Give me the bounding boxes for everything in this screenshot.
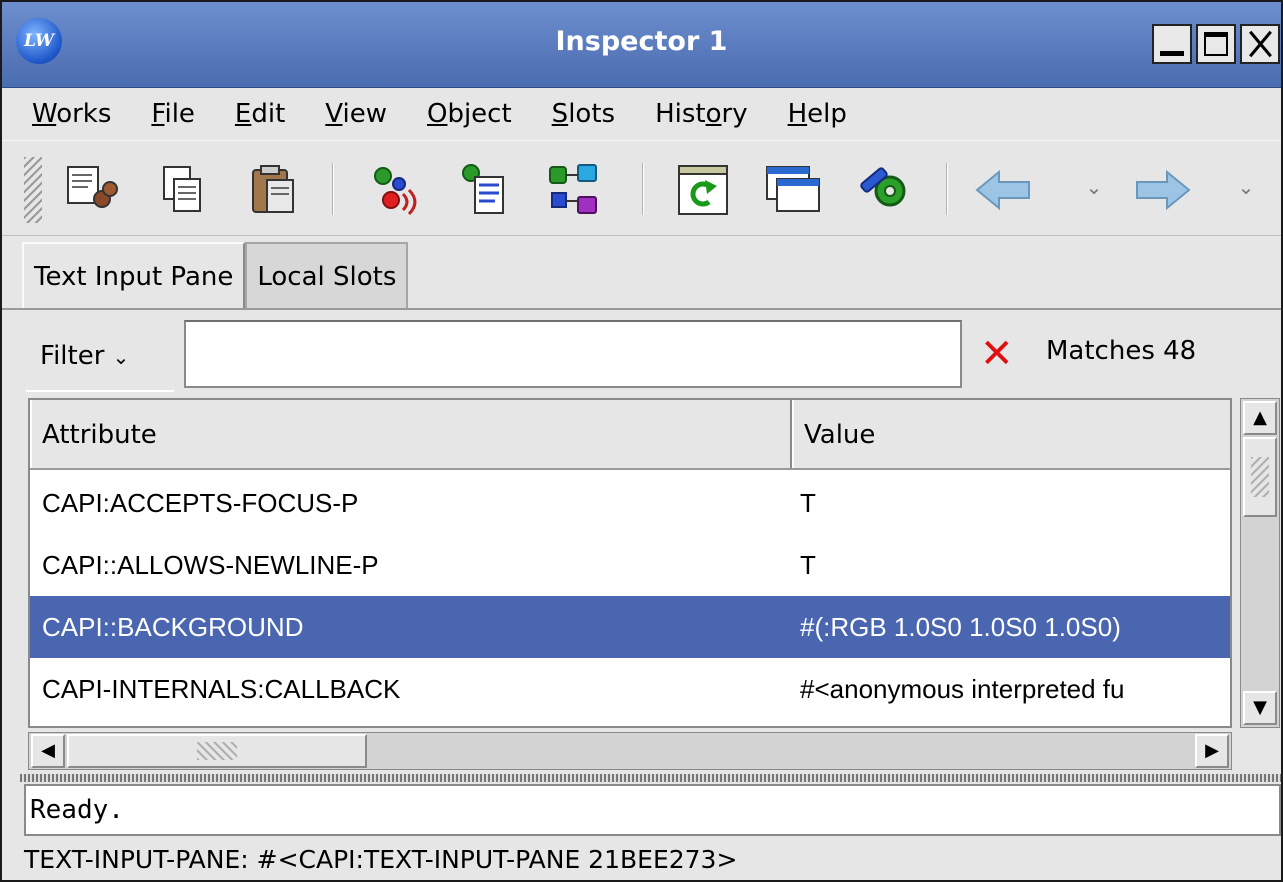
menu-edit[interactable]: Edit — [235, 99, 285, 129]
filter-label: Filter — [40, 341, 105, 371]
scroll-right-icon[interactable]: ▶ — [1195, 734, 1229, 768]
table-row[interactable]: CAPI::ALLOWS-NEWLINE-P T — [30, 534, 1230, 596]
refresh-icon[interactable] — [672, 159, 734, 221]
scroll-left-icon[interactable]: ◀ — [31, 734, 65, 768]
column-header-value[interactable]: Value — [792, 400, 1230, 468]
tab-bar: Text Input Pane Local Slots — [22, 242, 409, 310]
matches-count: Matches 48 — [1046, 336, 1197, 366]
filter-dropdown-button[interactable]: Filter ⌄ — [26, 320, 174, 392]
vertical-scrollbar[interactable]: ▲ ▼ — [1240, 398, 1280, 728]
back-arrow-icon[interactable] — [972, 159, 1034, 221]
value-cell: #<anonymous interpreted fu — [800, 674, 1125, 704]
class-icon[interactable] — [542, 159, 604, 221]
maximize-button[interactable] — [1196, 24, 1236, 64]
menu-works-rest: orks — [56, 99, 112, 129]
tab-text-input-pane[interactable]: Text Input Pane — [22, 242, 246, 310]
inspector-window: LW Inspector 1 Works File Edit View Obje… — [0, 0, 1283, 882]
menu-edit-rest: dit — [251, 99, 286, 129]
value-cell: #(:RGB 1.0S0 1.0S0 1.0S0) — [800, 612, 1121, 642]
value-cell: T — [800, 488, 816, 518]
minimize-button[interactable] — [1152, 24, 1192, 64]
table-row-selected[interactable]: CAPI::BACKGROUND #(:RGB 1.0S0 1.0S0 1.0S… — [30, 596, 1230, 658]
menu-works[interactable]: Works — [32, 99, 111, 129]
table-header: Attribute Value — [30, 400, 1230, 470]
menu-works-mnemonic: W — [32, 99, 57, 129]
browse-icon[interactable] — [452, 159, 514, 221]
echo-area: Ready. — [24, 784, 1281, 836]
menu-bar: Works File Edit View Object Slots Histor… — [2, 88, 1281, 140]
cut-icon[interactable] — [60, 159, 122, 221]
menu-slots-mnemonic: S — [551, 99, 569, 129]
attribute-cell: CAPI::ALLOWS-NEWLINE-P — [42, 550, 379, 580]
menu-history[interactable]: History — [655, 99, 748, 129]
filter-row: Filter ⌄ ✕ Matches 48 — [2, 310, 1281, 392]
back-history-dropdown-icon[interactable]: ⌄ — [1082, 175, 1106, 199]
menu-history-mnemonic: o — [705, 99, 722, 129]
tab-local-slots[interactable]: Local Slots — [245, 242, 409, 308]
attribute-cell: CAPI:ACCEPTS-FOCUS-P — [42, 488, 359, 518]
menu-object[interactable]: Object — [427, 99, 512, 129]
value-cell: T — [800, 550, 816, 580]
menu-edit-mnemonic: E — [234, 99, 252, 129]
menu-history-rest: ry — [721, 99, 748, 129]
menu-file[interactable]: File — [151, 99, 195, 129]
toolbar-separator — [946, 163, 948, 215]
copy-icon[interactable] — [152, 159, 214, 221]
forward-history-dropdown-icon[interactable]: ⌄ — [1234, 175, 1258, 199]
chevron-down-icon: ⌄ — [112, 345, 130, 369]
attribute-cell: CAPI::BACKGROUND — [42, 612, 304, 642]
configure-icon[interactable] — [852, 159, 914, 221]
close-window-button[interactable] — [1240, 24, 1280, 64]
menu-file-rest: ile — [164, 99, 195, 129]
scroll-up-icon[interactable]: ▲ — [1243, 401, 1277, 435]
toolbar-separator — [332, 163, 334, 215]
vertical-scroll-thumb[interactable] — [1243, 437, 1277, 517]
horizontal-scrollbar[interactable]: ◀ ▶ — [28, 732, 1232, 770]
menu-object-mnemonic: O — [426, 99, 448, 129]
menu-view[interactable]: View — [325, 99, 387, 129]
table-row[interactable]: CAPI:ACCEPTS-FOCUS-P T — [30, 472, 1230, 534]
scroll-down-icon[interactable]: ▼ — [1243, 691, 1277, 725]
window-title: Inspector 1 — [555, 26, 728, 57]
toolbar-grip[interactable] — [24, 157, 42, 223]
menu-object-rest: bject — [447, 99, 512, 129]
window-icon[interactable] — [762, 159, 824, 221]
attribute-cell: CAPI-INTERNALS:CALLBACK — [42, 674, 401, 704]
paste-icon[interactable] — [242, 159, 304, 221]
menu-help[interactable]: Help — [788, 99, 847, 129]
toolbar-separator — [642, 163, 644, 215]
menu-history-first: Hist — [655, 99, 706, 129]
menu-file-mnemonic: F — [151, 99, 165, 129]
menu-view-mnemonic: V — [325, 99, 343, 129]
horizontal-scroll-thumb[interactable] — [67, 734, 367, 768]
menu-slots-rest: lots — [568, 99, 616, 129]
listen-icon[interactable] — [362, 159, 424, 221]
title-bar[interactable]: LW Inspector 1 — [2, 2, 1281, 88]
clear-filter-icon[interactable]: ✕ — [980, 334, 1014, 374]
filter-input[interactable] — [184, 320, 962, 388]
menu-slots[interactable]: Slots — [552, 99, 615, 129]
forward-arrow-icon[interactable] — [1132, 159, 1194, 221]
table-row[interactable]: CAPI-INTERNALS:CALLBACK #<anonymous inte… — [30, 658, 1230, 720]
attributes-table: Attribute Value CAPI:ACCEPTS-FOCUS-P T C… — [28, 398, 1232, 728]
toolbar: ⌄ ⌄ — [2, 140, 1281, 236]
menu-view-rest: iew — [342, 99, 387, 129]
column-header-attribute[interactable]: Attribute — [30, 400, 792, 468]
pane-splitter[interactable] — [20, 774, 1281, 782]
menu-help-mnemonic: H — [787, 99, 808, 129]
status-bar: TEXT-INPUT-PANE: #<CAPI:TEXT-INPUT-PANE … — [24, 845, 738, 874]
menu-help-rest: elp — [807, 99, 847, 129]
